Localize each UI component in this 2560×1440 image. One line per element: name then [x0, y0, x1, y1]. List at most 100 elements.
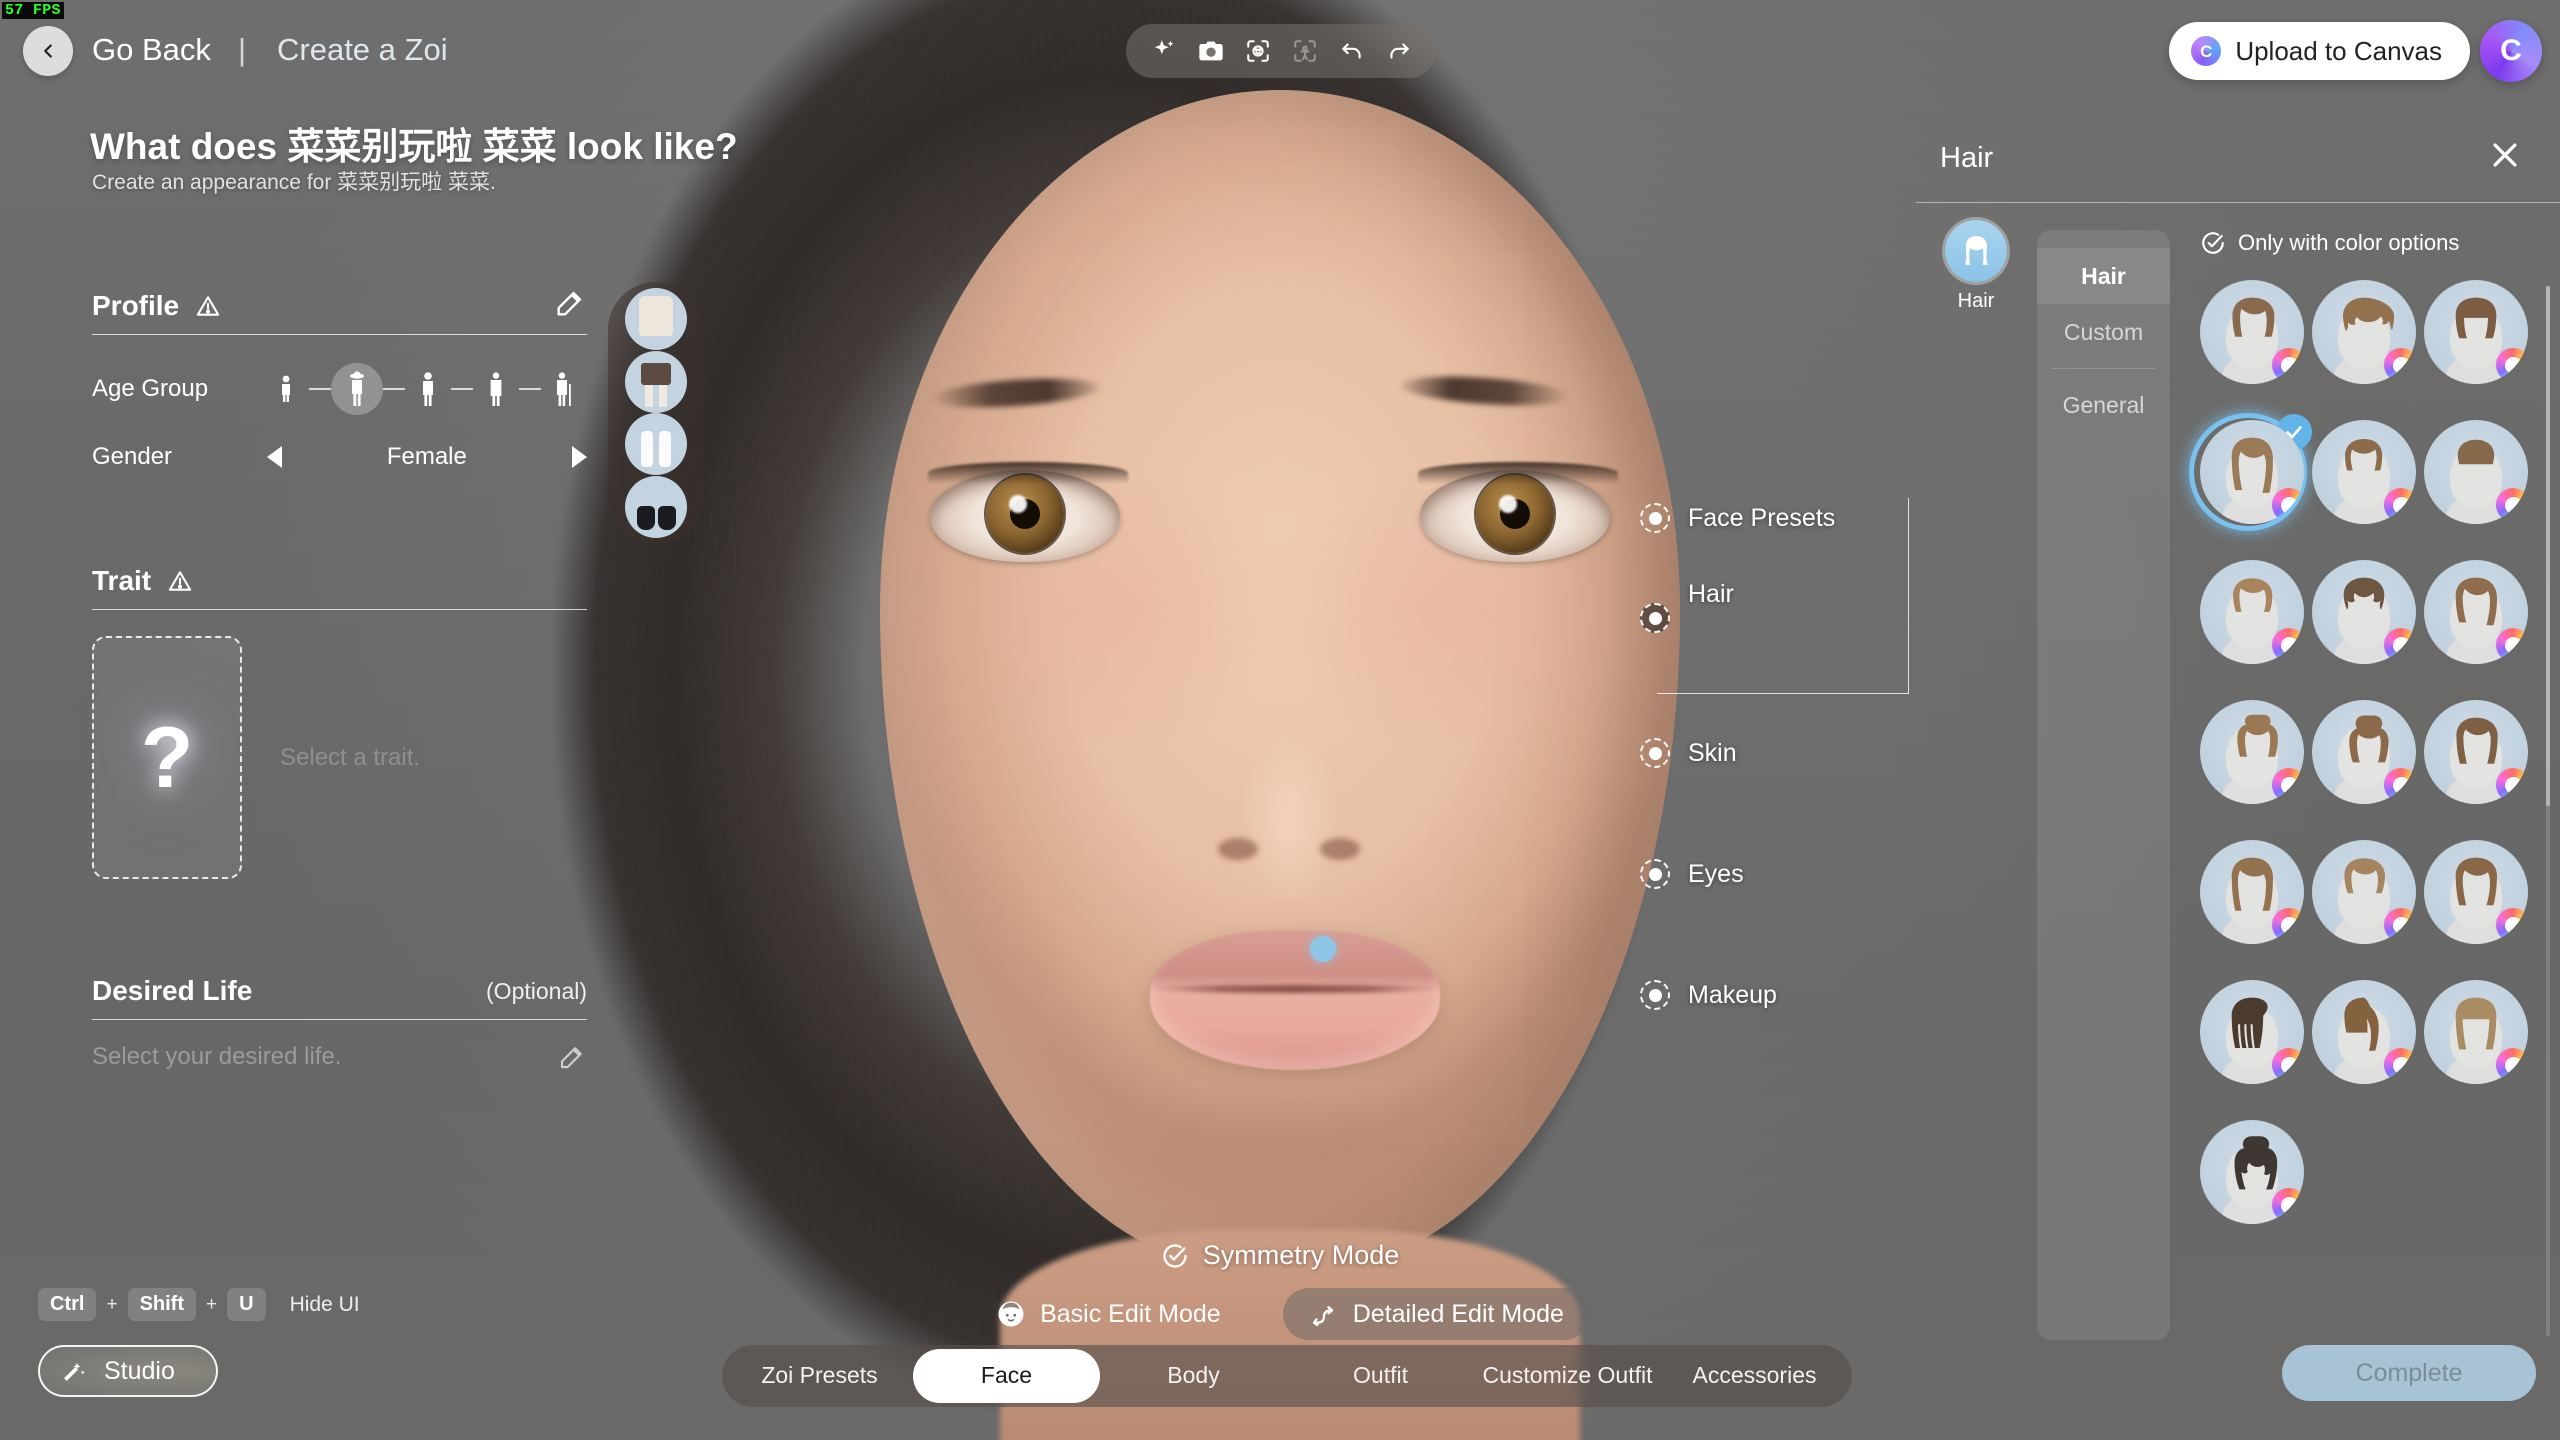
studio-button[interactable]: Studio [38, 1345, 218, 1397]
hair-grid-item[interactable] [2196, 840, 2308, 980]
radial-dot-icon [1640, 603, 1670, 633]
nostril-left [1218, 838, 1258, 860]
category-item-hair[interactable]: Hair [1930, 220, 2022, 313]
color-options-badge-icon[interactable] [2384, 628, 2416, 662]
color-options-badge-icon[interactable] [2496, 908, 2528, 942]
color-options-badge-icon[interactable] [2496, 768, 2528, 802]
account-avatar-button[interactable]: C [2480, 20, 2542, 82]
hair-grid-item[interactable] [2308, 840, 2420, 980]
radial-item-skin[interactable]: Skin [1640, 738, 1737, 768]
outfit-skirt-thumbnail[interactable] [625, 350, 687, 413]
color-options-badge-icon[interactable] [2496, 628, 2528, 662]
age-option-young-adult[interactable] [405, 366, 451, 412]
age-group-selector[interactable] [263, 363, 587, 415]
color-options-badge-icon[interactable] [2496, 488, 2528, 522]
fps-counter: 57 FPS [2, 2, 64, 19]
color-options-badge-icon[interactable] [2272, 348, 2304, 382]
hair-grid-item[interactable] [2308, 420, 2420, 560]
outfit-preview-strip[interactable] [608, 282, 704, 544]
color-options-badge-icon[interactable] [2272, 1188, 2304, 1222]
desired-life-edit-button[interactable] [557, 1042, 587, 1072]
complete-button[interactable]: Complete [2282, 1345, 2536, 1401]
basic-edit-mode-button[interactable]: Basic Edit Mode [970, 1288, 1247, 1340]
hair-grid-item[interactable] [2420, 980, 2532, 1120]
radial-item-eyes[interactable]: Eyes [1640, 859, 1744, 889]
tab-accessories[interactable]: Accessories [1661, 1349, 1848, 1403]
hair-grid-item[interactable] [2196, 280, 2308, 420]
outfit-socks-thumbnail[interactable] [625, 413, 687, 476]
camera-icon[interactable] [1194, 34, 1228, 68]
color-options-badge-icon[interactable] [2272, 628, 2304, 662]
hair-grid-scrollbar[interactable] [2546, 286, 2550, 1336]
radial-item-makeup[interactable]: Makeup [1640, 980, 1777, 1010]
undo-icon[interactable] [1335, 34, 1369, 68]
hair-grid-item[interactable] [2420, 280, 2532, 420]
hair-grid-item[interactable] [2420, 700, 2532, 840]
page-subtitle: Create an appearance for 菜菜别玩啦 菜菜. [92, 171, 496, 194]
color-options-badge-icon[interactable] [2496, 348, 2528, 382]
color-options-filter[interactable]: Only with color options [2200, 230, 2459, 256]
radial-item-hair[interactable]: Hair [1640, 580, 1734, 633]
face-focus-icon[interactable] [1241, 34, 1275, 68]
trait-slot-empty[interactable]: ? [92, 636, 242, 879]
hair-grid-item[interactable] [2420, 560, 2532, 700]
age-option-elder[interactable] [541, 366, 587, 412]
triangle-left-icon[interactable] [266, 446, 282, 468]
hair-grid-item[interactable] [2308, 560, 2420, 700]
sparkle-icon[interactable] [1147, 34, 1181, 68]
upload-to-canvas-button[interactable]: C Upload to Canvas [2169, 22, 2470, 80]
hide-ui-label: Hide UI [289, 1292, 360, 1316]
go-back-label[interactable]: Go Back [92, 32, 211, 68]
color-options-badge-icon[interactable] [2384, 348, 2416, 382]
hair-grid-item[interactable] [2308, 280, 2420, 420]
desired-life-section: Desired Life (Optional) Select your desi… [92, 975, 587, 1072]
tab-face[interactable]: Face [913, 1349, 1100, 1403]
color-options-badge-icon[interactable] [2272, 1048, 2304, 1082]
tab-outfit[interactable]: Outfit [1287, 1349, 1474, 1403]
color-options-badge-icon[interactable] [2496, 1048, 2528, 1082]
color-options-badge-icon[interactable] [2384, 488, 2416, 522]
outfit-shoes-thumbnail[interactable] [625, 475, 687, 538]
color-options-badge-icon[interactable] [2272, 488, 2304, 522]
hair-grid-item[interactable] [2308, 700, 2420, 840]
color-options-badge-icon[interactable] [2384, 908, 2416, 942]
age-option-adult[interactable] [473, 366, 519, 412]
tab-customize-outfit[interactable]: Customize Outfit [1474, 1349, 1661, 1403]
tab-zoi-presets[interactable]: Zoi Presets [726, 1349, 913, 1403]
color-options-badge-icon[interactable] [2384, 1048, 2416, 1082]
canvas-logo-glyph: C [2200, 41, 2213, 61]
edit-handle-marker[interactable] [1310, 936, 1336, 962]
hair-subtab-general[interactable]: General [2037, 377, 2170, 433]
create-a-zoi-label[interactable]: Create a Zoi [277, 32, 448, 68]
body-focus-icon[interactable] [1288, 34, 1322, 68]
desired-life-input[interactable]: Select your desired life. [92, 1042, 587, 1072]
hair-grid-item[interactable] [2308, 980, 2420, 1120]
hair-grid-scrollbar-thumb[interactable] [2546, 286, 2550, 806]
hair-grid-item[interactable] [2189, 413, 2312, 560]
color-options-badge-icon[interactable] [2272, 908, 2304, 942]
radial-item-face-presets[interactable]: Face Presets [1640, 503, 1835, 533]
detailed-edit-mode-button[interactable]: Detailed Edit Mode [1282, 1288, 1590, 1340]
hair-grid-item[interactable] [2196, 980, 2308, 1120]
hair-grid-item[interactable] [2420, 840, 2532, 980]
viewport-toolbar [1126, 24, 1436, 78]
age-option-teen[interactable] [331, 363, 383, 415]
color-options-badge-icon[interactable] [2272, 768, 2304, 802]
hair-subtab-custom[interactable]: Custom [2037, 304, 2170, 360]
hair-grid-item[interactable] [2196, 1120, 2308, 1260]
color-options-badge-icon[interactable] [2384, 768, 2416, 802]
triangle-right-icon[interactable] [571, 446, 587, 468]
basic-edit-mode-label: Basic Edit Mode [1040, 1299, 1221, 1328]
back-button[interactable] [23, 26, 73, 76]
tab-body[interactable]: Body [1100, 1349, 1287, 1403]
profile-edit-button[interactable] [553, 286, 587, 320]
redo-icon[interactable] [1382, 34, 1416, 68]
hair-grid-item[interactable] [2196, 700, 2308, 840]
hair-panel: Hair Hair Hair Custom General Only with … [1900, 110, 2560, 1340]
hair-grid-item[interactable] [2196, 560, 2308, 700]
hair-subtab-hair[interactable]: Hair [2037, 248, 2170, 304]
outfit-top-thumbnail[interactable] [625, 288, 687, 351]
hair-grid-item[interactable] [2420, 420, 2532, 560]
hair-panel-close-button[interactable] [2488, 138, 2522, 172]
age-option-child[interactable] [263, 366, 309, 412]
